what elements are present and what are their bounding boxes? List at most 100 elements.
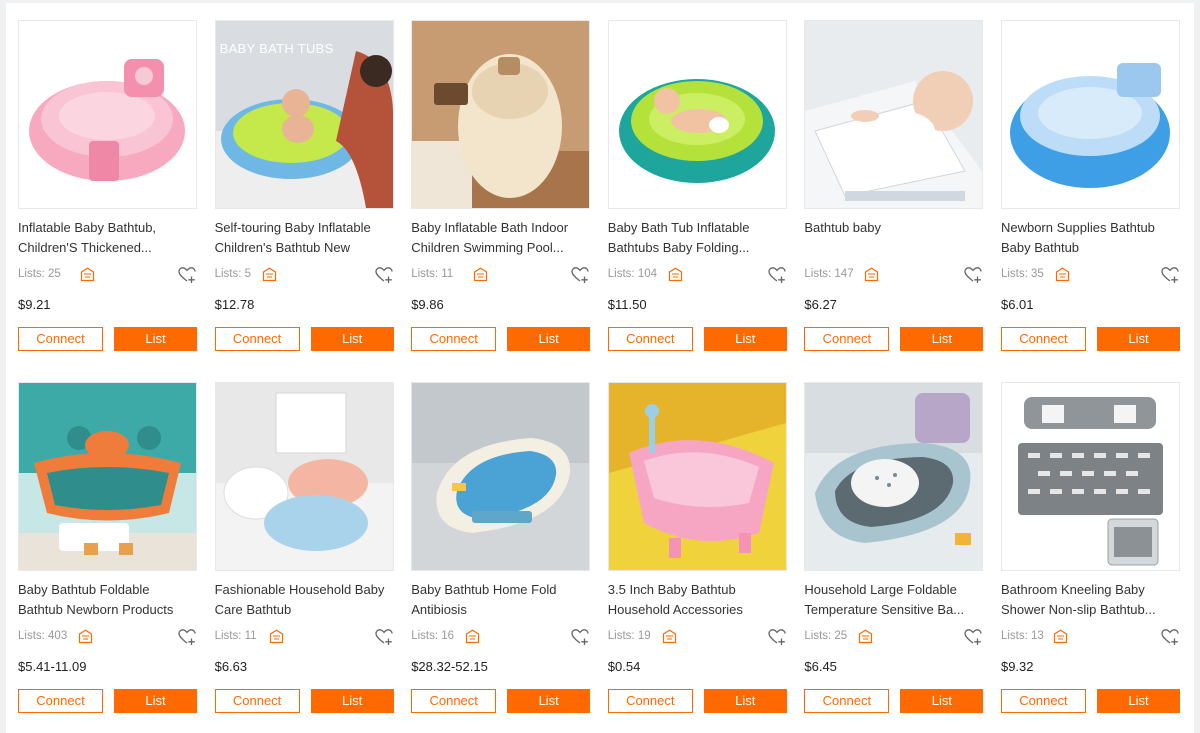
heart-plus-icon[interactable] [374, 627, 394, 647]
product-card[interactable]: Bathtub baby Lists: 147 $6.27 Connect Li… [804, 20, 984, 365]
store-icon[interactable] [858, 629, 873, 644]
product-image[interactable] [18, 382, 197, 571]
store-icon[interactable] [262, 267, 277, 282]
list-button[interactable]: List [114, 327, 197, 351]
list-button[interactable]: List [703, 689, 787, 713]
product-image[interactable] [804, 20, 984, 209]
product-card[interactable]: Baby Inflatable Bath Indoor Children Swi… [411, 20, 591, 365]
product-card[interactable]: Baby Bathtub Home Fold Antibiosis Lists:… [411, 382, 591, 727]
connect-button[interactable]: Connect [18, 689, 103, 713]
heart-plus-icon[interactable] [767, 265, 787, 285]
product-image[interactable]: BABY BATH TUBS [214, 20, 394, 209]
product-card[interactable]: Newborn Supplies Bathtub Baby Bathtub Li… [1000, 20, 1180, 365]
store-icon[interactable] [80, 267, 95, 282]
connect-button[interactable]: Connect [214, 327, 300, 351]
connect-button[interactable]: Connect [1000, 689, 1086, 713]
product-meta: Lists: 19 [608, 627, 787, 647]
lists-count: Lists: 147 [804, 268, 854, 280]
product-card[interactable]: 3.5 Inch Baby Bathtub Household Accessor… [607, 382, 787, 727]
connect-button[interactable]: Connect [804, 689, 890, 713]
product-price: $6.45 [804, 659, 837, 674]
product-meta: Lists: 25 [18, 265, 197, 285]
list-button[interactable]: List [900, 689, 984, 713]
store-icon[interactable] [662, 629, 677, 644]
lists-count: Lists: 25 [804, 630, 848, 642]
product-actions: Connect List [411, 689, 591, 713]
product-meta: Lists: 13 [1001, 627, 1180, 647]
heart-plus-icon[interactable] [767, 627, 787, 647]
product-title[interactable]: Fashionable Household Baby Care Bathtub [215, 580, 394, 620]
product-price: $9.32 [1000, 659, 1034, 674]
heart-plus-icon[interactable] [963, 265, 983, 285]
connect-button[interactable]: Connect [411, 327, 497, 351]
product-price: $28.32-52.15 [411, 659, 488, 674]
product-title[interactable]: Household Large Foldable Temperature Sen… [804, 580, 983, 620]
store-icon[interactable] [78, 629, 93, 644]
connect-button[interactable]: Connect [214, 689, 300, 713]
product-image[interactable] [411, 20, 591, 209]
product-title[interactable]: Baby Inflatable Bath Indoor Children Swi… [411, 218, 590, 258]
product-card[interactable]: Baby Bathtub Foldable Bathtub Newborn Pr… [18, 382, 197, 727]
product-title[interactable]: Baby Bathtub Home Fold Antibiosis [411, 580, 590, 620]
store-icon[interactable] [864, 267, 879, 282]
list-button[interactable]: List [1096, 327, 1180, 351]
product-actions: Connect List [607, 689, 787, 713]
heart-plus-icon[interactable] [177, 627, 197, 647]
heart-plus-icon[interactable] [570, 265, 590, 285]
list-button[interactable]: List [507, 327, 591, 351]
connect-button[interactable]: Connect [1000, 327, 1086, 351]
store-icon[interactable] [1055, 267, 1070, 282]
heart-plus-icon[interactable] [177, 265, 197, 285]
product-card[interactable]: Fashionable Household Baby Care Bathtub … [214, 382, 394, 727]
heart-plus-icon[interactable] [374, 265, 394, 285]
product-card[interactable]: Bathroom Kneeling Baby Shower Non-slip B… [1000, 382, 1180, 727]
list-button[interactable]: List [114, 689, 197, 713]
store-icon[interactable] [465, 629, 480, 644]
connect-button[interactable]: Connect [18, 327, 103, 351]
product-title[interactable]: Self-touring Baby Inflatable Children's … [215, 218, 394, 258]
product-card[interactable]: Household Large Foldable Temperature Sen… [804, 382, 984, 727]
product-title[interactable]: Bathtub baby [804, 218, 983, 258]
connect-button[interactable]: Connect [804, 327, 890, 351]
store-icon[interactable] [269, 629, 284, 644]
list-button[interactable]: List [310, 689, 394, 713]
list-button[interactable]: List [900, 327, 984, 351]
product-actions: Connect List [214, 327, 394, 351]
heart-plus-icon[interactable] [570, 627, 590, 647]
product-image[interactable] [214, 382, 394, 571]
heart-plus-icon[interactable] [1160, 627, 1180, 647]
product-image[interactable] [411, 382, 591, 571]
list-button[interactable]: List [703, 327, 787, 351]
product-image[interactable] [1000, 382, 1180, 571]
product-title[interactable]: Inflatable Baby Bathtub, Children'S Thic… [18, 218, 197, 258]
list-button[interactable]: List [1096, 689, 1180, 713]
product-title[interactable]: Bathroom Kneeling Baby Shower Non-slip B… [1001, 580, 1180, 620]
product-image[interactable] [18, 20, 197, 209]
product-actions: Connect List [18, 689, 197, 713]
product-card[interactable]: BABY BATH TUBS Self-touring Baby Inflata… [214, 20, 394, 365]
store-icon[interactable] [668, 267, 683, 282]
list-button[interactable]: List [310, 327, 394, 351]
product-image[interactable] [607, 382, 787, 571]
product-actions: Connect List [804, 327, 984, 351]
list-button[interactable]: List [507, 689, 591, 713]
heart-plus-icon[interactable] [1160, 265, 1180, 285]
connect-button[interactable]: Connect [411, 689, 497, 713]
connect-button[interactable]: Connect [607, 689, 693, 713]
product-image[interactable] [1000, 20, 1180, 209]
store-icon[interactable] [473, 267, 488, 282]
product-image[interactable] [607, 20, 787, 209]
store-icon[interactable] [1053, 629, 1068, 644]
lists-count: Lists: 16 [411, 630, 455, 642]
connect-button[interactable]: Connect [607, 327, 693, 351]
product-card[interactable]: Baby Bath Tub Inflatable Bathtubs Baby F… [607, 20, 787, 365]
product-title[interactable]: Baby Bathtub Foldable Bathtub Newborn Pr… [18, 580, 197, 620]
heart-plus-icon[interactable] [963, 627, 983, 647]
product-title[interactable]: 3.5 Inch Baby Bathtub Household Accessor… [608, 580, 787, 620]
product-image[interactable] [804, 382, 984, 571]
product-title[interactable]: Newborn Supplies Bathtub Baby Bathtub [1001, 218, 1180, 258]
product-actions: Connect List [607, 327, 787, 351]
product-title[interactable]: Baby Bath Tub Inflatable Bathtubs Baby F… [608, 218, 787, 258]
lists-count: Lists: 104 [607, 268, 658, 280]
product-card[interactable]: Inflatable Baby Bathtub, Children'S Thic… [18, 20, 197, 365]
